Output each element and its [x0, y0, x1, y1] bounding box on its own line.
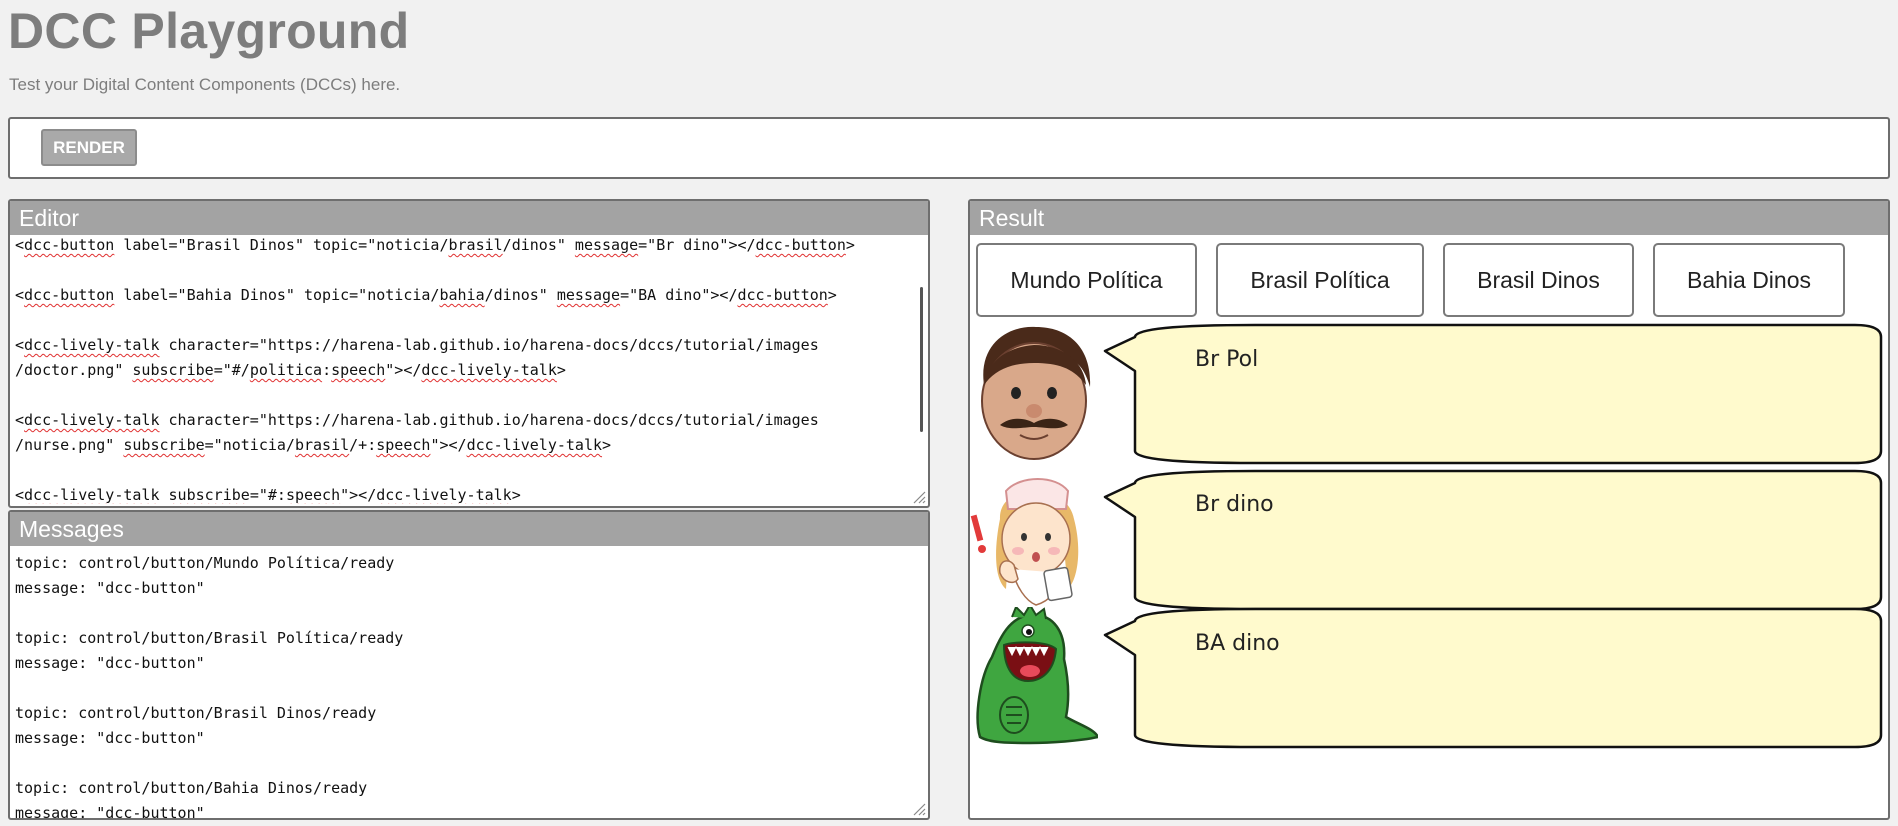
- lively-talk-dino: BA dino: [970, 607, 1888, 749]
- nurse-icon: [970, 478, 1079, 606]
- speech-bubble-1: [1103, 323, 1883, 465]
- speech-text: Br Pol: [1195, 347, 1259, 372]
- messages-header: Messages: [10, 512, 928, 546]
- page-title: DCC Playground: [8, 3, 410, 59]
- lively-talk-doctor: Br Pol: [970, 323, 1888, 465]
- editor-line: /doctor.png" subscribe="#/politica:speec…: [15, 361, 566, 379]
- messages-line: message: "dcc-button": [15, 804, 205, 818]
- page-subtitle: Test your Digital Content Components (DC…: [9, 75, 401, 94]
- messages-line: message: "dcc-button": [15, 579, 205, 597]
- speech-bubble-3: [1103, 607, 1883, 749]
- lively-talk-nurse: Br dino: [970, 469, 1888, 611]
- editor-scrollbar[interactable]: [920, 287, 923, 432]
- render-button[interactable]: RENDER: [41, 129, 137, 166]
- resize-handle-icon[interactable]: [910, 488, 926, 504]
- editor-line: <dcc-lively-talk character="https://hare…: [15, 411, 819, 429]
- editor-line: /nurse.png" subscribe="noticia/brasil/+:…: [15, 436, 612, 454]
- dinosaur-icon: [976, 607, 1098, 745]
- speech-bubble-2: [1103, 469, 1883, 611]
- messages-line: [15, 601, 928, 626]
- brasil-politica-button[interactable]: Brasil Política: [1216, 243, 1424, 317]
- editor-header: Editor: [10, 201, 928, 235]
- messages-line: topic: control/button/Bahia Dinos/ready: [15, 779, 368, 797]
- doctor-icon: [981, 326, 1091, 460]
- editor-line: <dcc-lively-talk subscribe="#:speech"></…: [15, 486, 521, 504]
- result-header: Result: [970, 201, 1888, 235]
- speech-text: Br dino: [1195, 492, 1274, 517]
- editor-panel: Editor <dcc-button label="Brasil Dinos" …: [8, 199, 930, 508]
- bahia-dinos-button[interactable]: Bahia Dinos: [1653, 243, 1845, 317]
- messages-textarea[interactable]: topic: control/button/Mundo Política/rea…: [10, 546, 928, 818]
- messages-line: topic: control/button/Brasil Dinos/ready: [15, 704, 377, 722]
- messages-line: message: "dcc-button": [15, 729, 205, 747]
- editor-line: <dcc-button label="Brasil Dinos" topic="…: [15, 236, 855, 254]
- messages-line: topic: control/button/Mundo Política/rea…: [15, 554, 395, 572]
- mundo-politica-button[interactable]: Mundo Política: [976, 243, 1197, 317]
- messages-line: topic: control/button/Brasil Política/re…: [15, 629, 404, 647]
- editor-textarea[interactable]: <dcc-button label="Brasil Dinos" topic="…: [10, 233, 928, 504]
- result-panel: Result Mundo Política Brasil Política Br…: [968, 199, 1890, 820]
- messages-line: [15, 676, 928, 701]
- speech-text: BA dino: [1195, 631, 1280, 656]
- messages-line: [15, 751, 928, 776]
- editor-line: <dcc-lively-talk character="https://hare…: [15, 336, 819, 354]
- topic-buttons: Mundo Política Brasil Política Brasil Di…: [976, 243, 1876, 317]
- messages-panel: Messages topic: control/button/Mundo Pol…: [8, 510, 930, 820]
- editor-line: <dcc-button label="Bahia Dinos" topic="n…: [15, 286, 837, 304]
- resize-handle-icon[interactable]: [910, 800, 926, 816]
- brasil-dinos-button[interactable]: Brasil Dinos: [1443, 243, 1634, 317]
- messages-line: message: "dcc-button": [15, 654, 205, 672]
- toolbar: RENDER: [8, 117, 1890, 179]
